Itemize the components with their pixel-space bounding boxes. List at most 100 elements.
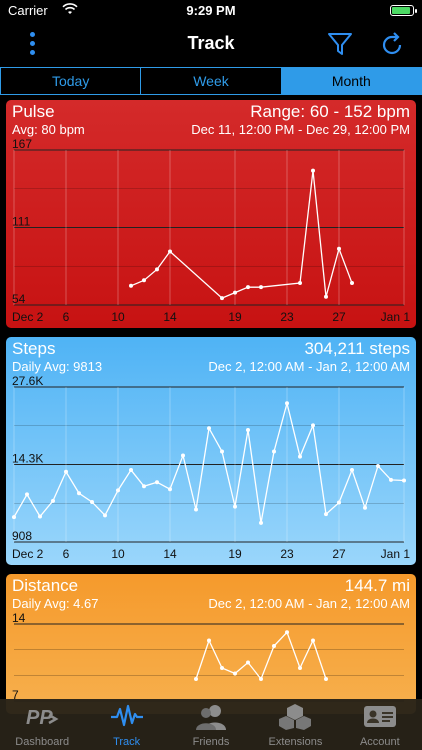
- x-tick-label: 19: [228, 310, 242, 324]
- series-line: [195, 631, 327, 681]
- steps-period: Dec 2, 12:00 AM - Jan 2, 12:00 AM: [208, 359, 410, 374]
- data-point: [298, 666, 302, 670]
- data-point: [272, 644, 276, 648]
- segment-today[interactable]: Today: [1, 68, 142, 94]
- data-point: [129, 283, 133, 288]
- pulse-card[interactable]: 167 111 54 Dec 2 6 10 14 19 23 27 Jan 1 Pulse Rang…: [6, 100, 416, 328]
- data-point: [259, 285, 263, 290]
- data-point: [220, 666, 224, 670]
- x-tick-label: 6: [63, 547, 70, 561]
- tab-extensions[interactable]: Extensions: [253, 699, 337, 750]
- clock: 9:29 PM: [186, 3, 236, 18]
- data-point: [324, 677, 328, 681]
- data-point: [363, 505, 367, 510]
- steps-card[interactable]: 27.6K 14.3K 908 Dec 2 6 10 14 19 23 27 Jan 1 Steps…: [6, 337, 416, 565]
- distance-average: Daily Avg: 4.67: [12, 596, 99, 611]
- data-point: [246, 427, 250, 432]
- data-point: [298, 281, 302, 286]
- y-tick-label: 54: [12, 292, 26, 306]
- data-point: [246, 285, 250, 290]
- data-point: [233, 290, 237, 295]
- battery-level: [392, 7, 410, 14]
- x-tick-label: 19: [228, 547, 242, 561]
- tab-track[interactable]: Track: [84, 699, 168, 750]
- battery-icon: [390, 5, 417, 16]
- distance-card[interactable]: 14 7 Distance 144.7 mi Daily Avg: 4.67 De…: [6, 574, 416, 714]
- x-tick-label: 6: [63, 310, 70, 324]
- data-point: [116, 488, 120, 493]
- data-point: [389, 477, 393, 482]
- steps-total: 304,211 steps: [304, 339, 410, 358]
- pulse-period: Dec 11, 12:00 PM - Dec 29, 12:00 PM: [191, 122, 410, 137]
- steps-average: Daily Avg: 9813: [12, 359, 103, 374]
- data-point: [285, 401, 289, 406]
- y-tick-label: 111: [12, 215, 31, 229]
- data-point: [77, 491, 81, 496]
- data-point: [220, 296, 224, 301]
- tab-label: Track: [113, 736, 141, 748]
- people-icon: [194, 703, 228, 734]
- svg-text:PP: PP: [26, 707, 53, 729]
- tab-label: Friends: [192, 736, 230, 748]
- y-tick-label: 14.3K: [12, 452, 43, 466]
- data-point: [350, 468, 354, 473]
- data-point: [246, 660, 250, 665]
- page-title: Track: [187, 33, 235, 53]
- steps-title: Steps: [12, 339, 56, 358]
- y-tick-label: 167: [12, 137, 32, 151]
- x-tick-label: 10: [111, 310, 125, 324]
- data-point: [51, 498, 55, 503]
- x-tick-label: Dec 2: [12, 310, 44, 324]
- x-tick-label: 27: [332, 310, 346, 324]
- data-point: [194, 677, 198, 681]
- id-card-icon: [363, 703, 397, 732]
- x-tick-label: 10: [111, 547, 125, 561]
- pulse-range: Range: 60 - 152 bpm: [250, 102, 410, 121]
- tab-friends[interactable]: Friends: [169, 699, 253, 750]
- tab-dashboard[interactable]: PP Dashboard: [0, 699, 84, 750]
- funnel-icon[interactable]: [326, 30, 354, 58]
- data-point: [220, 449, 224, 454]
- distance-total: 144.7 mi: [344, 576, 410, 595]
- segment-month[interactable]: Month: [281, 68, 421, 94]
- x-tick-label: 23: [280, 547, 294, 561]
- data-point: [168, 487, 172, 492]
- data-point: [129, 468, 133, 473]
- refresh-icon[interactable]: [378, 30, 406, 58]
- data-point: [142, 278, 146, 283]
- y-tick-label: 908: [12, 529, 32, 543]
- data-point: [259, 520, 263, 525]
- distance-period: Dec 2, 12:00 AM - Jan 2, 12:00 AM: [208, 596, 410, 611]
- data-point: [64, 469, 68, 474]
- data-point: [311, 168, 315, 173]
- tab-label: Dashboard: [15, 736, 70, 748]
- data-point: [142, 484, 146, 489]
- data-point: [376, 463, 380, 468]
- cubes-icon: [278, 703, 312, 734]
- pulse-title: Pulse: [12, 102, 55, 121]
- x-tick-label: 14: [163, 310, 177, 324]
- segment-week[interactable]: Week: [141, 68, 282, 94]
- tab-label: Account: [359, 736, 400, 748]
- data-point: [90, 499, 94, 504]
- x-tick-label: 14: [163, 547, 177, 561]
- data-point: [207, 638, 211, 643]
- data-point: [168, 249, 172, 254]
- x-tick-label: 23: [280, 310, 294, 324]
- data-point: [38, 514, 42, 519]
- series-line: [13, 403, 405, 523]
- period-segmented-control: Today Week Month: [0, 67, 422, 95]
- data-point: [181, 453, 185, 458]
- y-tick-label: 27.6K: [12, 374, 43, 388]
- data-point: [194, 507, 198, 512]
- data-point: [337, 500, 341, 505]
- distance-title: Distance: [12, 576, 79, 595]
- tab-bar: PP Dashboard Track Friends Extensions Ac…: [0, 699, 422, 750]
- data-point: [155, 267, 159, 272]
- data-point: [311, 638, 315, 643]
- data-point: [155, 480, 159, 485]
- data-point: [324, 294, 328, 299]
- nav-bar: Track: [0, 22, 422, 66]
- tab-account[interactable]: Account: [338, 699, 422, 750]
- data-point: [311, 423, 315, 428]
